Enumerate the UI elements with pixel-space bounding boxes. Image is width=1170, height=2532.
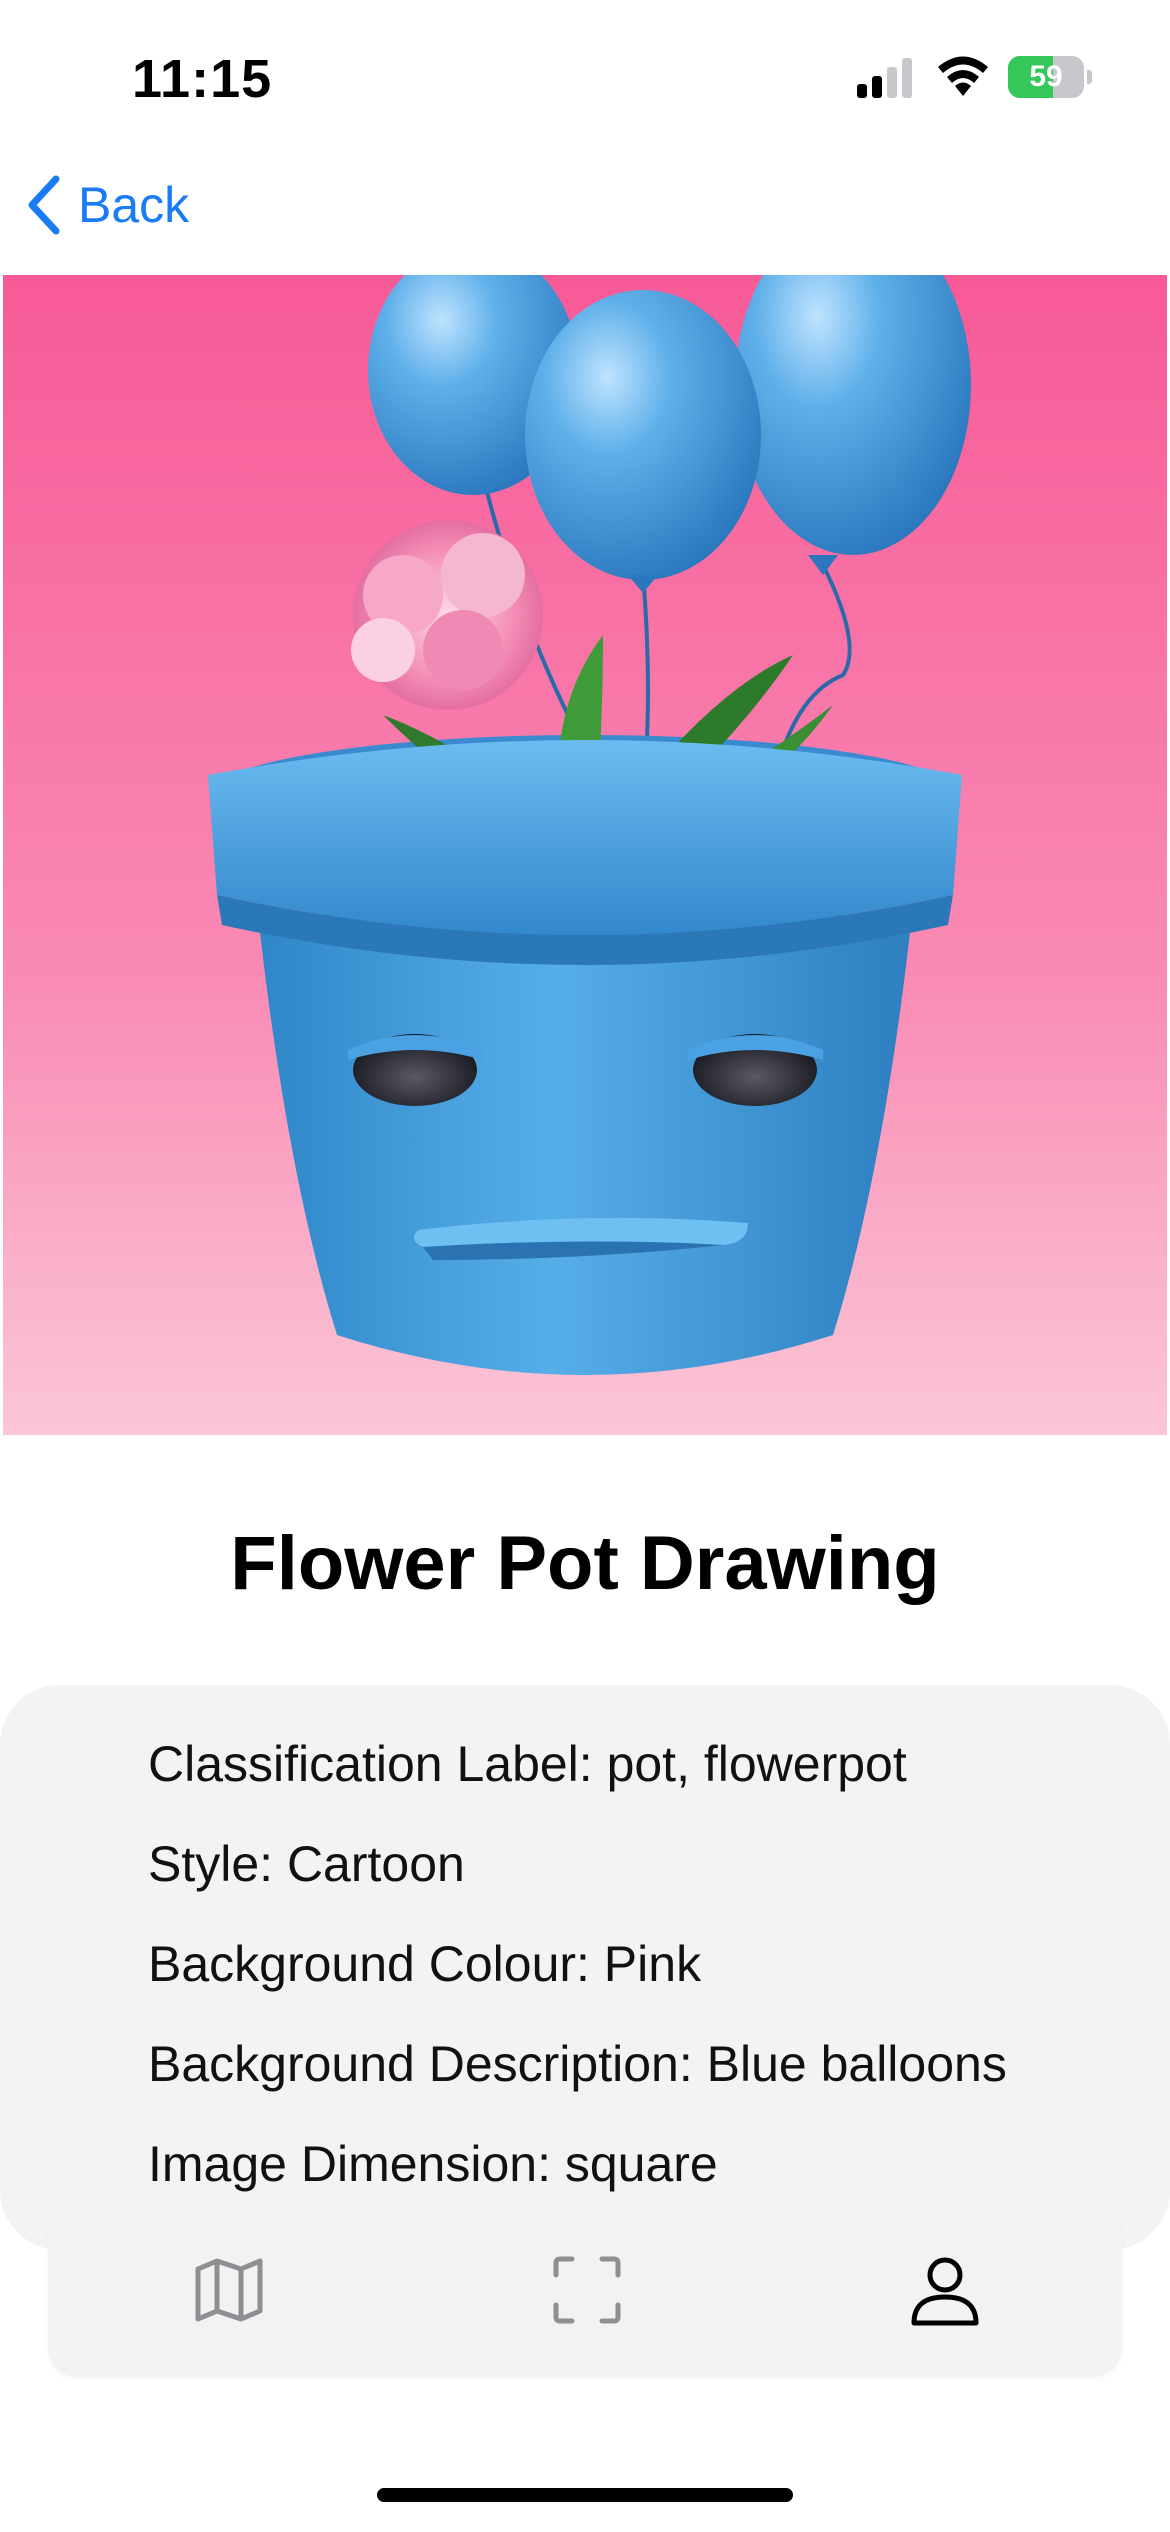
screen: 11:15 59 Back Flower Pot Drawing Classif… bbox=[0, 0, 1170, 2532]
page-title: Flower Pot Drawing bbox=[230, 1521, 940, 1606]
status-time: 11:15 bbox=[132, 49, 273, 109]
info-style: Style: Cartoon bbox=[148, 1836, 465, 1892]
scan-frame-icon bbox=[553, 2256, 621, 2324]
tab-map[interactable] bbox=[184, 2245, 274, 2335]
battery-charging-icon: 59 bbox=[1008, 56, 1092, 98]
home-indicator bbox=[377, 2488, 793, 2502]
map-icon bbox=[195, 2258, 263, 2322]
tab-scan[interactable] bbox=[542, 2245, 632, 2335]
flower-pot-illustration bbox=[3, 275, 1167, 1435]
back-button[interactable]: Back bbox=[24, 170, 189, 240]
info-background-colour: Background Colour: Pink bbox=[148, 1936, 702, 1992]
status-bar: 11:15 59 bbox=[0, 0, 1170, 150]
back-label: Back bbox=[78, 177, 190, 233]
tab-bar bbox=[48, 2205, 1122, 2377]
battery-percent: 59 bbox=[1029, 60, 1063, 93]
info-classification-label: Classification Label: pot, flowerpot bbox=[148, 1736, 907, 1792]
chevron-left-icon bbox=[28, 175, 60, 235]
wifi-icon bbox=[938, 56, 988, 96]
info-card: Classification Label: pot, flowerpot Sty… bbox=[0, 1685, 1170, 2250]
info-image-dimension: Image Dimension: square bbox=[148, 2136, 718, 2192]
tab-profile[interactable] bbox=[900, 2245, 990, 2335]
person-icon bbox=[911, 2257, 979, 2326]
info-background-description: Background Description: Blue balloons bbox=[148, 2036, 1007, 2092]
cellular-signal-icon bbox=[857, 58, 912, 98]
flower-pot-image bbox=[3, 275, 1167, 1435]
battery-body: 59 bbox=[1008, 56, 1084, 98]
battery-cap bbox=[1087, 70, 1092, 84]
